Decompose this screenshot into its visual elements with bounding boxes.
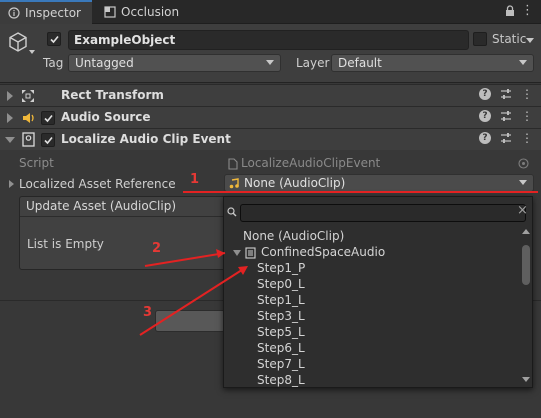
annotation-number-3: 3 — [143, 305, 153, 320]
annotation-number-1: 1 — [190, 172, 200, 187]
annotation-arrow-2-head — [216, 249, 225, 258]
annotation-arrow-3-line — [139, 267, 246, 336]
annotation-overlay — [139, 191, 538, 336]
annotation-number-2: 2 — [152, 241, 162, 256]
